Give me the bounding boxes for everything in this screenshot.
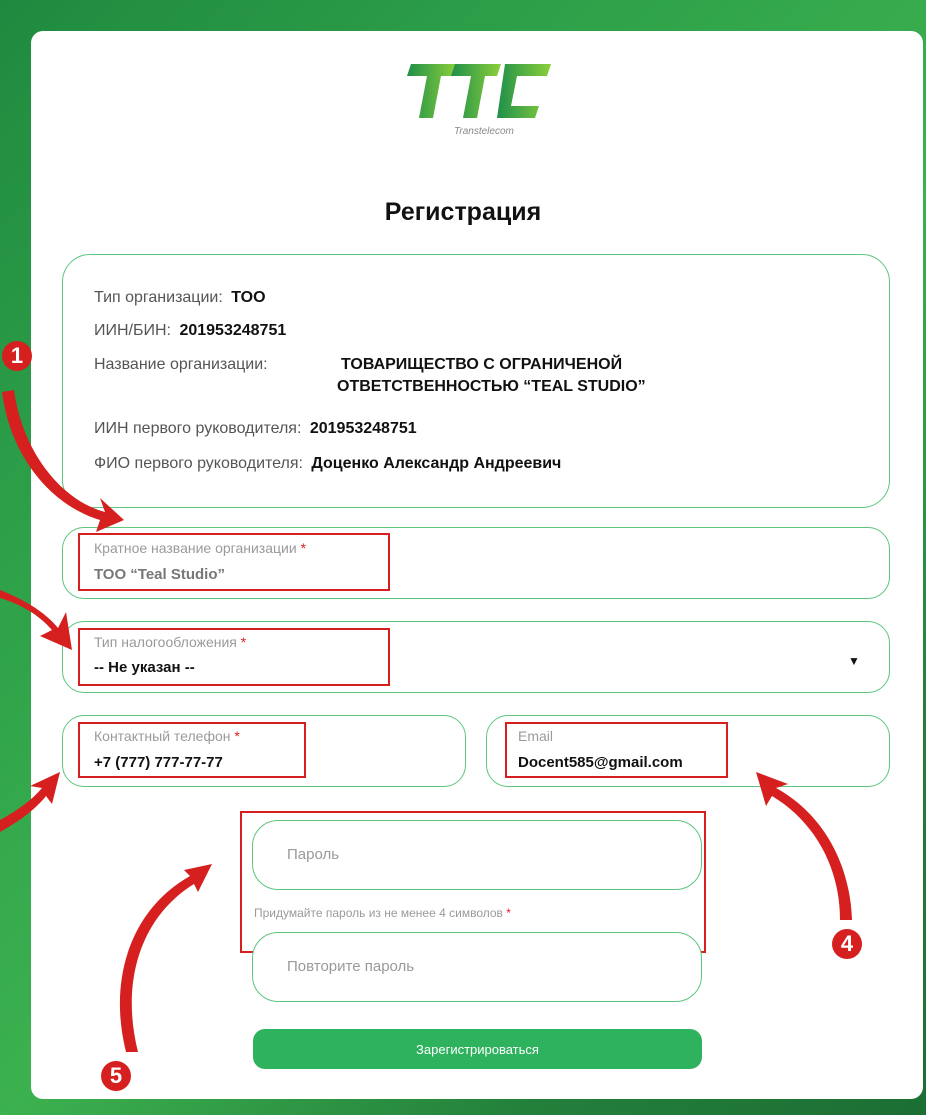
password-repeat-placeholder: Повторите пароль	[287, 958, 415, 975]
head-iin-row: ИИН первого руководителя: 201953248751	[94, 420, 417, 438]
head-iin-label: ИИН первого руководителя:	[94, 420, 302, 437]
logo-caption: Transtelecom	[454, 126, 514, 137]
org-name-label: Название организации:	[94, 356, 268, 373]
annotation-badge-1: 1	[2, 341, 32, 371]
register-button[interactable]: Зарегистрироваться	[253, 1029, 702, 1069]
annotation-badge-5: 5	[101, 1061, 131, 1091]
org-type-label: Тип организации:	[94, 289, 223, 306]
password-input[interactable]: Пароль	[252, 820, 702, 890]
org-type-value: ТОО	[231, 289, 266, 306]
annotation-badge-4: 4	[832, 929, 862, 959]
iin-value: 201953248751	[179, 322, 287, 339]
page-title: Регистрация	[384, 198, 542, 226]
password-hint: Придумайте пароль из не менее 4 символов…	[254, 906, 511, 920]
org-name-row: Название организации: ТОВАРИЩЕСТВО С ОГР…	[94, 356, 622, 374]
org-name-value-line1: ТОВАРИЩЕСТВО С ОГРАНИЧЕНОЙ	[341, 356, 623, 373]
password-repeat-input[interactable]: Повторите пароль	[252, 932, 702, 1002]
head-iin-value: 201953248751	[309, 420, 417, 437]
annotation-box-tax	[78, 628, 390, 686]
iin-label: ИИН/БИН:	[94, 322, 171, 339]
org-name-value-line2: ОТВЕТСТВЕННОСТЬЮ “TEAL STUDIO”	[337, 378, 646, 395]
annotation-box-short-name	[78, 533, 390, 591]
annotation-box-phone	[78, 722, 306, 778]
head-name-label: ФИО первого руководителя:	[94, 455, 303, 472]
iin-row: ИИН/БИН: 201953248751	[94, 322, 286, 340]
annotation-box-email	[505, 722, 728, 778]
head-name-row: ФИО первого руководителя: Доценко Алекса…	[94, 455, 561, 473]
org-type-row: Тип организации: ТОО	[94, 289, 266, 307]
chevron-down-icon[interactable]: ▼	[848, 654, 860, 668]
password-placeholder: Пароль	[287, 846, 340, 863]
head-name-value: Доценко Александр Андреевич	[311, 455, 562, 472]
